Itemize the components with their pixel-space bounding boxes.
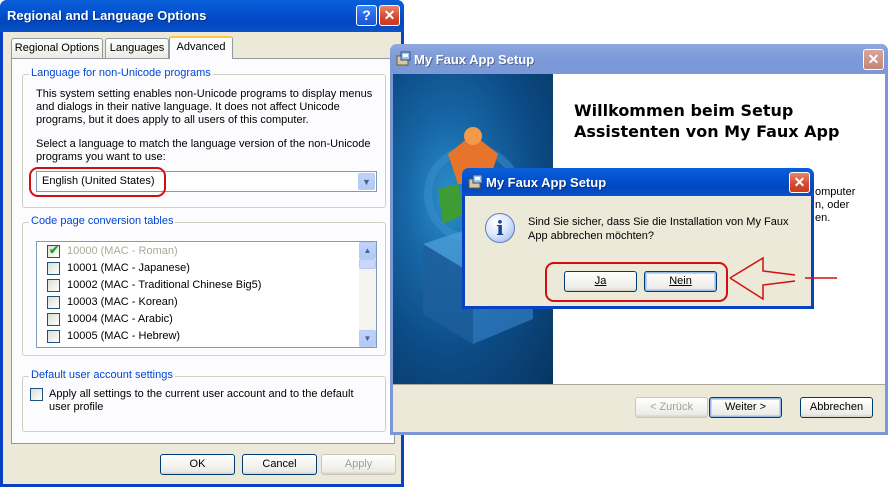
language-select-prompt: Select a language to match the language … xyxy=(36,138,371,163)
setup-app-icon xyxy=(468,174,483,189)
checkmark-icon: ✔ xyxy=(49,243,60,257)
nonunicode-description: This system setting enables non-Unicode … xyxy=(36,88,373,126)
confirm-dialog-title: My Faux App Setup xyxy=(486,175,607,190)
annotation-ring-language xyxy=(29,167,166,197)
codepage-checkbox[interactable] xyxy=(47,296,60,309)
codepage-label: 10005 (MAC - Hebrew) xyxy=(67,330,181,342)
setup-titlebar[interactable]: My Faux App Setup ✕ xyxy=(390,44,888,74)
apply-default-label: Apply all settings to the current user a… xyxy=(49,388,354,413)
codepage-list[interactable]: ✔ 10000 (MAC - Roman) 10001 (MAC - Japan… xyxy=(36,241,377,348)
codepage-label: 10002 (MAC - Traditional Chinese Big5) xyxy=(67,279,262,291)
apply-button[interactable]: Apply xyxy=(321,454,396,475)
scroll-up-icon[interactable]: ▲ xyxy=(359,242,376,259)
tab-label: Regional Options xyxy=(14,42,100,54)
tab-regional-options[interactable]: Regional Options xyxy=(11,38,103,58)
confirm-message: Sind Sie sicher, dass Sie die Installati… xyxy=(528,216,789,242)
codepage-label: 10001 (MAC - Japanese) xyxy=(67,262,190,274)
close-icon[interactable]: ✕ xyxy=(379,5,400,26)
partial-text: n, oder xyxy=(815,199,850,211)
setup-footer: < Zurück Weiter > Abbrechen xyxy=(393,384,885,432)
ok-button[interactable]: OK xyxy=(160,454,235,475)
codepage-group: Code page conversion tables ✔ 10000 (MAC… xyxy=(22,215,386,356)
close-icon[interactable]: ✕ xyxy=(863,49,884,70)
setup-cancel-button[interactable]: Abbrechen xyxy=(800,397,873,418)
tab-label: Languages xyxy=(109,42,165,54)
apply-default-checkbox[interactable] xyxy=(30,388,43,401)
tab-languages[interactable]: Languages xyxy=(105,38,169,58)
back-button[interactable]: < Zurück xyxy=(635,397,708,418)
partial-text: en. xyxy=(815,212,831,224)
codepage-label: 10004 (MAC - Arabic) xyxy=(67,313,173,325)
ok-button-label: OK xyxy=(189,458,206,470)
partial-text: omputer xyxy=(815,186,856,198)
codepage-scrollbar[interactable]: ▲ ▼ xyxy=(359,242,376,347)
default-user-group-legend: Default user account settings xyxy=(29,369,175,381)
setup-app-icon xyxy=(396,51,411,66)
next-button-label: Weiter > xyxy=(724,401,767,413)
regional-titlebar[interactable]: Regional and Language Options ? ✕ xyxy=(0,0,404,32)
scrollbar-thumb[interactable] xyxy=(359,259,376,269)
apply-button-label: Apply xyxy=(344,458,373,470)
regional-options-window: Regional and Language Options ? ✕ Region… xyxy=(0,0,404,487)
codepage-checkbox[interactable] xyxy=(47,313,60,326)
codepage-checkbox[interactable] xyxy=(47,330,60,343)
confirm-titlebar[interactable]: My Faux App Setup ✕ xyxy=(462,168,814,196)
advanced-tab-panel: Language for non-Unicode programs This s… xyxy=(11,58,395,444)
next-button[interactable]: Weiter > xyxy=(709,397,782,418)
codepage-label: 10003 (MAC - Korean) xyxy=(67,296,178,308)
chevron-down-icon[interactable]: ▼ xyxy=(358,173,375,190)
close-icon[interactable]: ✕ xyxy=(789,172,810,193)
setup-cancel-button-label: Abbrechen xyxy=(809,401,864,413)
nonunicode-group-legend: Language for non-Unicode programs xyxy=(29,67,213,79)
codepage-label: 10000 (MAC - Roman) xyxy=(67,245,178,257)
tab-advanced[interactable]: Advanced xyxy=(169,36,233,59)
annotation-arrow-icon xyxy=(729,256,837,301)
codepage-group-legend: Code page conversion tables xyxy=(29,215,176,227)
welcome-heading: Willkommen beim Setup Assistenten von My… xyxy=(574,101,840,141)
codepage-checkbox[interactable] xyxy=(47,262,60,275)
annotation-ring-buttons xyxy=(545,262,728,302)
codepage-checkbox[interactable] xyxy=(47,279,60,292)
default-user-group: Default user account settings Apply all … xyxy=(22,369,386,432)
cancel-button-label: Cancel xyxy=(262,458,297,470)
codepage-checkbox[interactable]: ✔ xyxy=(47,243,60,258)
regional-window-title: Regional and Language Options xyxy=(7,8,207,23)
scroll-down-icon[interactable]: ▼ xyxy=(359,330,376,347)
cancel-button[interactable]: Cancel xyxy=(242,454,317,475)
back-button-label: < Zurück xyxy=(649,401,694,413)
info-icon: i xyxy=(485,213,515,243)
tab-label: Advanced xyxy=(176,41,226,53)
help-icon[interactable]: ? xyxy=(356,5,377,26)
setup-window-title: My Faux App Setup xyxy=(414,52,535,67)
